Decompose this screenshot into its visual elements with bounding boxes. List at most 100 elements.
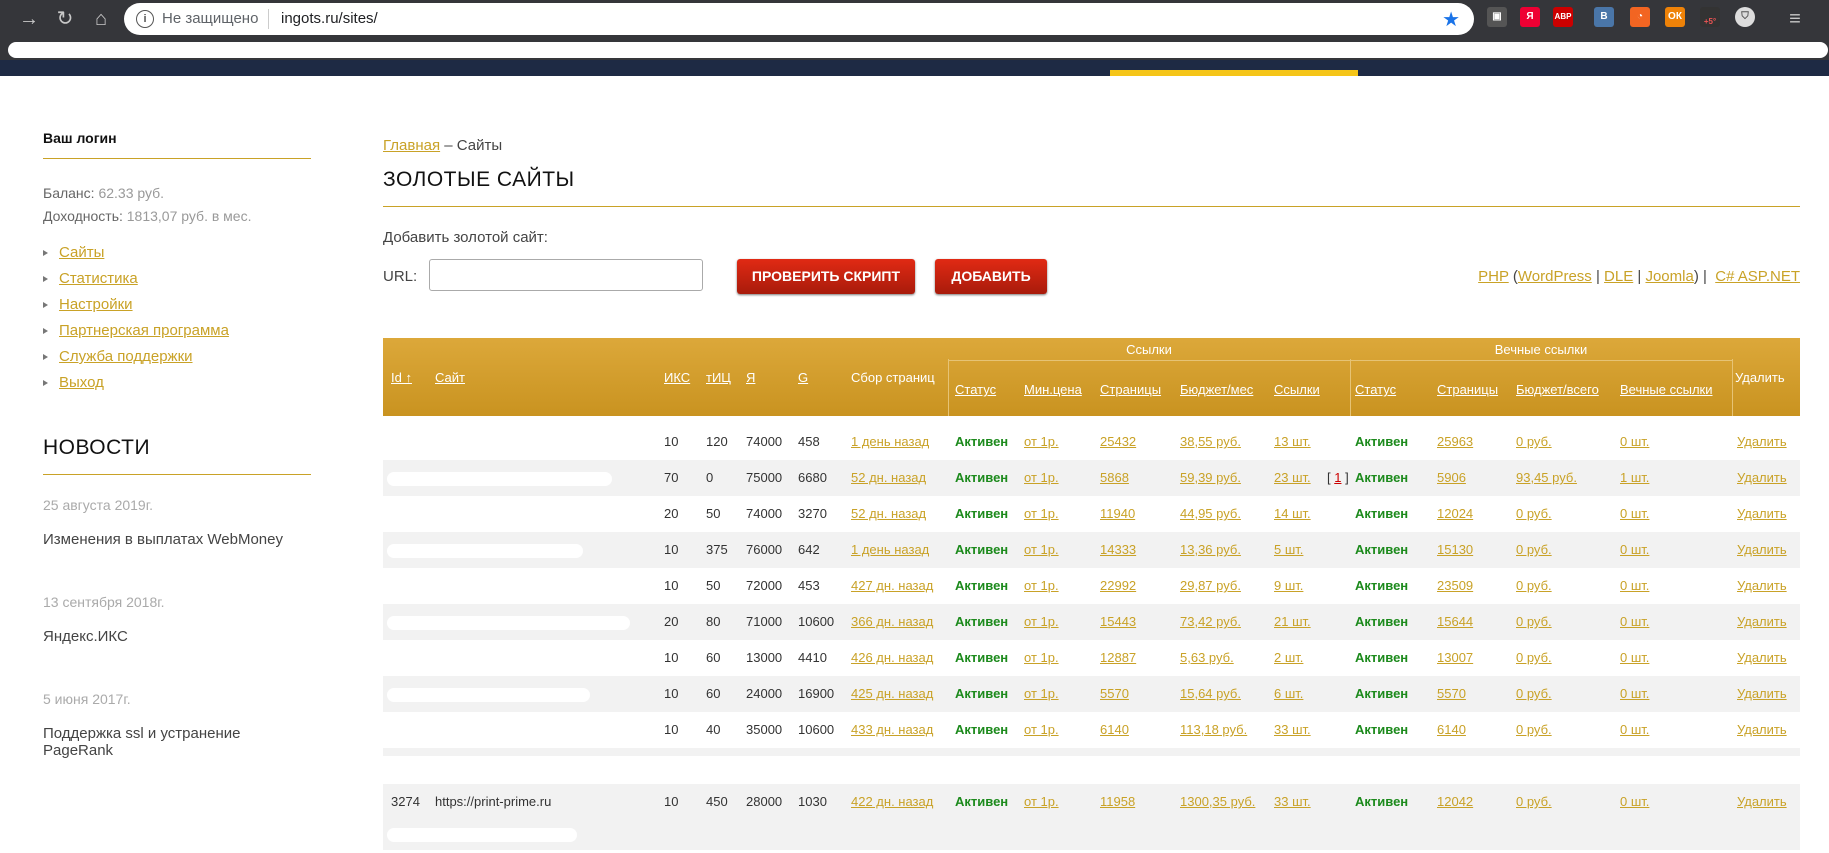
cell-pages[interactable]: 12887 bbox=[1100, 650, 1136, 665]
cell-collect[interactable]: 422 дн. назад bbox=[851, 794, 933, 809]
cell-pages[interactable]: 14333 bbox=[1100, 542, 1136, 557]
cell-min[interactable]: от 1р. bbox=[1024, 578, 1059, 593]
cell-collect[interactable]: 426 дн. назад bbox=[851, 650, 933, 665]
col-eternal-status[interactable]: Статус bbox=[1355, 382, 1396, 397]
cell-min[interactable]: от 1р. bbox=[1024, 614, 1059, 629]
cell-del[interactable]: Удалить bbox=[1737, 794, 1787, 809]
sidebar-item-statistics[interactable]: Статистика bbox=[43, 266, 311, 292]
url-text[interactable]: ingots.ru/sites/ bbox=[281, 10, 378, 27]
cell-pages[interactable]: 5570 bbox=[1100, 686, 1129, 701]
dle-link[interactable]: DLE bbox=[1604, 268, 1633, 285]
col-links[interactable]: Ссылки bbox=[1274, 382, 1320, 397]
sidebar-item-label[interactable]: Партнерская программа bbox=[59, 322, 229, 339]
breadcrumb-home[interactable]: Главная bbox=[383, 137, 440, 154]
col-budget[interactable]: Бюджет/мес bbox=[1180, 382, 1253, 397]
sidebar-item-label[interactable]: Настройки bbox=[59, 296, 133, 313]
cell-pages[interactable]: 22992 bbox=[1100, 578, 1136, 593]
sidebar-item-label[interactable]: Выход bbox=[59, 374, 104, 391]
cell-e-links[interactable]: 0 шт. bbox=[1620, 542, 1649, 557]
col-eternal-budget[interactable]: Бюджет/всего bbox=[1516, 382, 1599, 397]
abp-icon[interactable]: ABP bbox=[1553, 7, 1573, 27]
cell-e-pages[interactable]: 5570 bbox=[1437, 686, 1466, 701]
cell-del[interactable]: Удалить bbox=[1737, 578, 1787, 593]
add-site-button[interactable]: ДОБАВИТЬ bbox=[935, 259, 1047, 294]
cell-e-links[interactable]: 0 шт. bbox=[1620, 578, 1649, 593]
php-link[interactable]: PHP bbox=[1478, 268, 1509, 285]
cell-e-pages[interactable]: 6140 bbox=[1437, 722, 1466, 737]
col-eternal-links[interactable]: Вечные ссылки bbox=[1620, 382, 1713, 397]
url-input[interactable] bbox=[429, 259, 703, 291]
joomla-link[interactable]: Joomla bbox=[1645, 268, 1693, 285]
info-icon[interactable]: i bbox=[136, 10, 154, 28]
cell-e-links[interactable]: 1 шт. bbox=[1620, 470, 1649, 485]
cell-links[interactable]: 33 шт. bbox=[1274, 794, 1311, 809]
cell-links[interactable]: 33 шт. bbox=[1274, 722, 1311, 737]
cell-budget[interactable]: 73,42 руб. bbox=[1180, 614, 1241, 629]
cell-collect[interactable]: 425 дн. назад bbox=[851, 686, 933, 701]
forward-icon[interactable]: → bbox=[16, 6, 42, 32]
cell-e-budget[interactable]: 0 руб. bbox=[1516, 614, 1552, 629]
col-site[interactable]: Сайт bbox=[435, 370, 465, 385]
cell-e-links[interactable]: 0 шт. bbox=[1620, 434, 1649, 449]
cell-pages[interactable]: 15443 bbox=[1100, 614, 1136, 629]
cell-budget[interactable]: 13,36 руб. bbox=[1180, 542, 1241, 557]
cell-e-links[interactable]: 0 шт. bbox=[1620, 686, 1649, 701]
cell-pages[interactable]: 5868 bbox=[1100, 470, 1129, 485]
col-status[interactable]: Статус bbox=[955, 382, 996, 397]
news-text[interactable]: Яндекс.ИКС bbox=[43, 628, 311, 645]
col-tic[interactable]: тИЦ bbox=[706, 370, 731, 385]
col-pages[interactable]: Страницы bbox=[1100, 382, 1161, 397]
col-id[interactable]: Id ↑ bbox=[391, 370, 412, 385]
col-eternal-pages[interactable]: Страницы bbox=[1437, 382, 1498, 397]
cell-budget[interactable]: 59,39 руб. bbox=[1180, 470, 1241, 485]
cell-budget[interactable]: 44,95 руб. bbox=[1180, 506, 1241, 521]
security-label[interactable]: Не защищено bbox=[162, 10, 258, 27]
news-text[interactable]: Изменения в выплатах WebMoney bbox=[43, 531, 311, 548]
cell-links[interactable]: 5 шт. bbox=[1274, 542, 1303, 557]
cell-links[interactable]: 23 шт. bbox=[1274, 470, 1311, 485]
cell-e-pages[interactable]: 12042 bbox=[1437, 794, 1473, 809]
extension-icon[interactable]: ▣ bbox=[1487, 7, 1507, 27]
home-icon[interactable]: ⌂ bbox=[88, 6, 114, 32]
aspnet-link[interactable]: C# ASP.NET bbox=[1715, 268, 1800, 285]
cell-links[interactable]: 9 шт. bbox=[1274, 578, 1303, 593]
cell-min[interactable]: от 1р. bbox=[1024, 434, 1059, 449]
cell-e-pages[interactable]: 25963 bbox=[1437, 434, 1473, 449]
cell-pages[interactable]: 25432 bbox=[1100, 434, 1136, 449]
check-script-button[interactable]: ПРОВЕРИТЬ СКРИПТ bbox=[737, 259, 915, 294]
cell-e-links[interactable]: 0 шт. bbox=[1620, 794, 1649, 809]
sidebar-item-settings[interactable]: Настройки bbox=[43, 292, 311, 318]
cell-budget[interactable]: 38,55 руб. bbox=[1180, 434, 1241, 449]
news-text[interactable]: Поддержка ssl и устранение PageRank bbox=[43, 725, 311, 759]
col-iks[interactable]: ИКС bbox=[664, 370, 690, 385]
cell-e-budget[interactable]: 0 руб. bbox=[1516, 506, 1552, 521]
cell-del[interactable]: Удалить bbox=[1737, 542, 1787, 557]
cell-e-budget[interactable]: 93,45 руб. bbox=[1516, 470, 1577, 485]
yandex-icon[interactable]: Я bbox=[1520, 7, 1540, 27]
cell-e-budget[interactable]: 0 руб. bbox=[1516, 578, 1552, 593]
cell-min[interactable]: от 1р. bbox=[1024, 506, 1059, 521]
sidebar-item-label[interactable]: Сайты bbox=[59, 244, 104, 261]
cell-pages[interactable]: 11940 bbox=[1100, 506, 1135, 521]
cell-e-budget[interactable]: 0 руб. bbox=[1516, 434, 1552, 449]
shield-icon[interactable]: ⛉ bbox=[1735, 7, 1755, 27]
col-g[interactable]: G bbox=[798, 370, 808, 385]
cell-min[interactable]: от 1р. bbox=[1024, 794, 1059, 809]
cell-min[interactable]: от 1р. bbox=[1024, 542, 1059, 557]
cell-min[interactable]: от 1р. bbox=[1024, 722, 1059, 737]
cell-collect[interactable]: 427 дн. назад bbox=[851, 578, 933, 593]
col-ya[interactable]: Я bbox=[746, 370, 755, 385]
cell-budget[interactable]: 1300,35 руб. bbox=[1180, 794, 1255, 809]
cell-collect[interactable]: 52 дн. назад bbox=[851, 470, 926, 485]
cell-del[interactable]: Удалить bbox=[1737, 470, 1787, 485]
cell-links[interactable]: 21 шт. bbox=[1274, 614, 1311, 629]
cell-del[interactable]: Удалить bbox=[1737, 434, 1787, 449]
cell-links[interactable]: 6 шт. bbox=[1274, 686, 1303, 701]
cell-del[interactable]: Удалить bbox=[1737, 614, 1787, 629]
cell-links[interactable]: 13 шт. bbox=[1274, 434, 1311, 449]
cell-links[interactable]: 14 шт. bbox=[1274, 506, 1311, 521]
cell-e-pages[interactable]: 13007 bbox=[1437, 650, 1473, 665]
ok-icon[interactable]: ОК bbox=[1665, 7, 1685, 27]
bookmark-star-icon[interactable]: ★ bbox=[1442, 7, 1460, 32]
cell-budget[interactable]: 113,18 руб. bbox=[1180, 722, 1247, 737]
